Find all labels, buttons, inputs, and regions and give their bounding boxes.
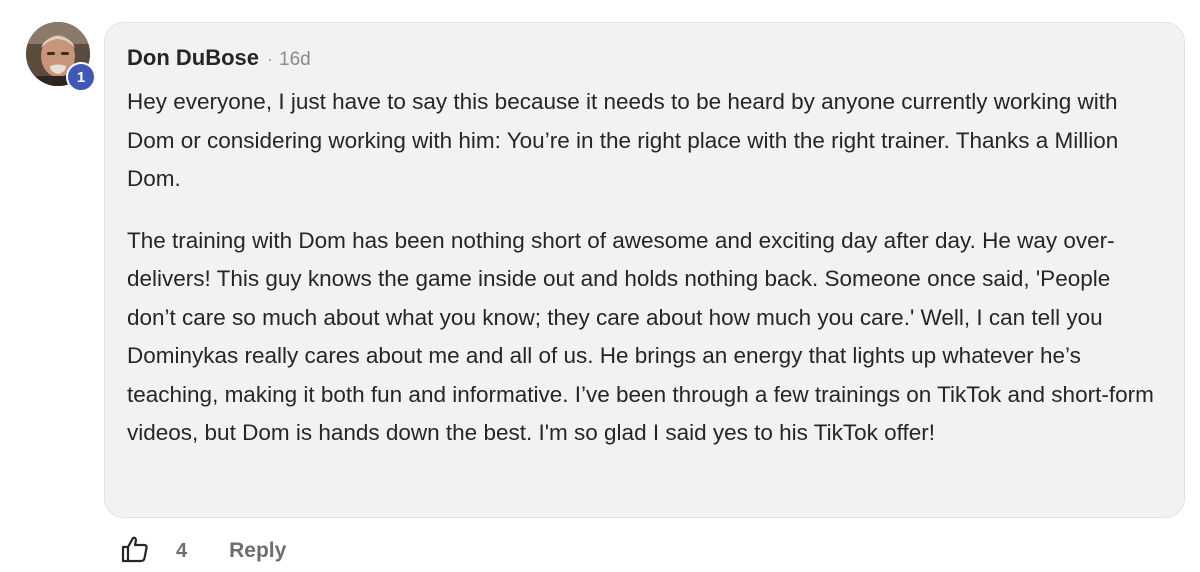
like-count: 4 [176, 539, 188, 562]
reply-button[interactable]: Reply [229, 539, 286, 563]
level-badge: 1 [66, 62, 96, 92]
comment-header: Don DuBose · 16d [127, 45, 1162, 75]
thumbs-up-icon[interactable] [120, 534, 150, 569]
comment-bubble: Don DuBose · 16d Hey everyone, I just ha… [104, 22, 1185, 518]
author-name[interactable]: Don DuBose [127, 45, 259, 71]
timestamp[interactable]: 16d [279, 49, 311, 71]
comment: 1 Don DuBose · 16d Hey everyone, I just … [0, 0, 1200, 572]
comment-paragraph: The training with Dom has been nothing s… [127, 227, 1154, 446]
avatar-container[interactable]: 1 [26, 22, 96, 92]
separator-dot: · [267, 49, 273, 69]
comment-actions: 4 Reply [120, 533, 286, 569]
comment-paragraph: Hey everyone, I just have to say this be… [127, 89, 1119, 191]
like-button[interactable]: 4 [120, 534, 187, 569]
